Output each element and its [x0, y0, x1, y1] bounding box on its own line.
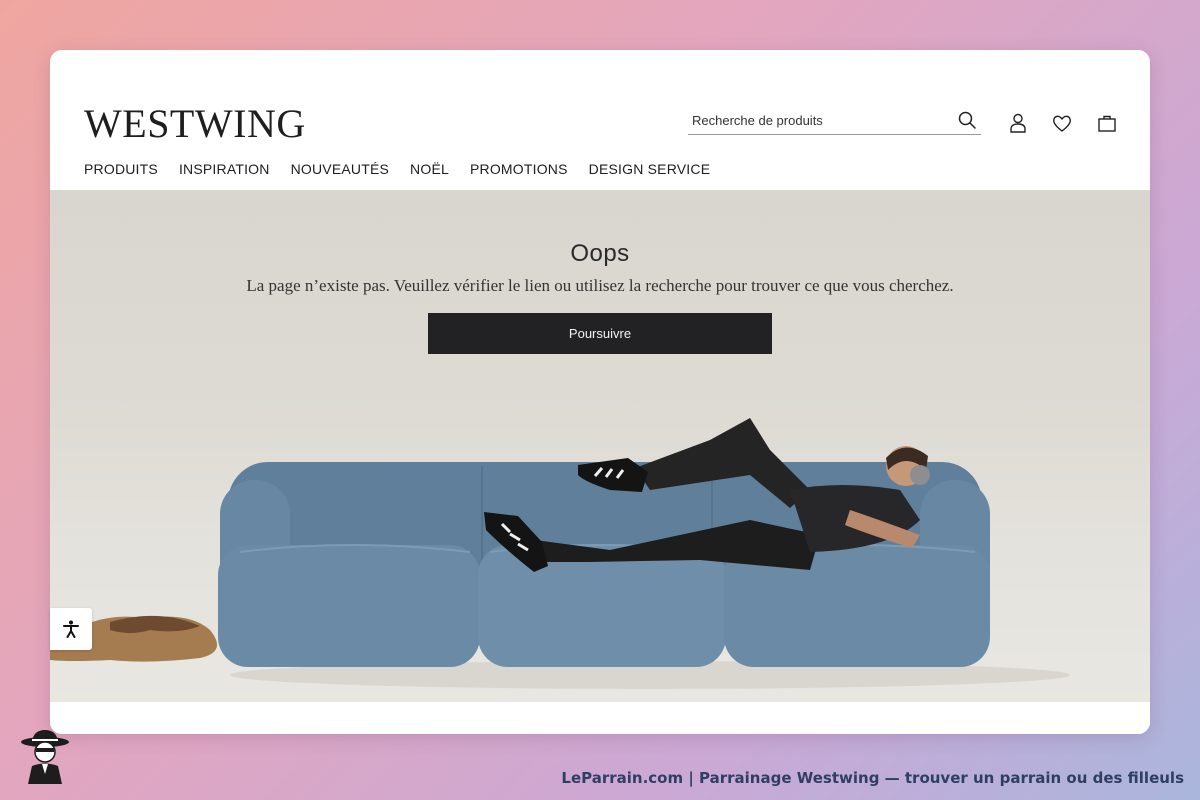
nav-item-design-service[interactable]: DESIGN SERVICE: [589, 161, 711, 177]
nav-item-produits[interactable]: PRODUITS: [84, 161, 158, 177]
main-nav: PRODUITS INSPIRATION NOUVEAUTÉS NOËL PRO…: [84, 161, 710, 177]
accessibility-icon: [63, 620, 79, 638]
error-message: La page n’existe pas. Veuillez vérifier …: [246, 276, 954, 295]
heart-icon[interactable]: [1051, 112, 1073, 134]
nav-item-promotions[interactable]: PROMOTIONS: [470, 161, 568, 177]
browser-card: WESTWING PRODUITS INSPIRATION NOUVEAUTÉS…: [50, 50, 1150, 734]
accessibility-button[interactable]: [50, 608, 92, 650]
footer-strip: [50, 702, 1150, 734]
user-icon[interactable]: [1007, 112, 1029, 134]
search-input[interactable]: [692, 110, 942, 130]
search-icon[interactable]: [957, 110, 977, 130]
westwing-logo[interactable]: WESTWING: [84, 104, 306, 144]
nav-item-nouveautes[interactable]: NOUVEAUTÉS: [291, 161, 389, 177]
site-header: WESTWING PRODUITS INSPIRATION NOUVEAUTÉS…: [50, 50, 1150, 190]
continue-button[interactable]: Poursuivre: [428, 313, 772, 354]
error-hero: Oops La page n’existe pas. Veuillez véri…: [50, 190, 1150, 702]
nav-item-noel[interactable]: NOËL: [410, 161, 449, 177]
watermark-caption: LeParrain.com | Parrainage Westwing — tr…: [561, 769, 1184, 787]
search-bar[interactable]: [688, 108, 981, 135]
nav-item-inspiration[interactable]: INSPIRATION: [179, 161, 270, 177]
error-title: Oops: [570, 240, 630, 267]
leparrain-mascot-logo: [21, 730, 69, 784]
bag-icon[interactable]: [1096, 112, 1118, 134]
